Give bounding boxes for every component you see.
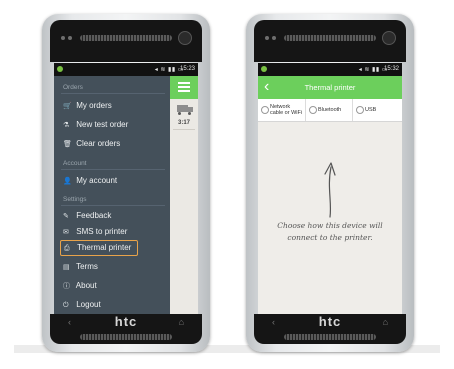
order-time: 3:17 xyxy=(177,120,190,126)
connection-options: Network cable or WiFi Bluetooth USB xyxy=(258,99,402,122)
hand-drawn-arrow-icon xyxy=(324,162,336,218)
section-divider xyxy=(61,93,165,94)
section-orders: Orders xyxy=(63,84,83,91)
home-key-icon[interactable]: ⌂ xyxy=(383,317,388,327)
pencil-icon: ✎ xyxy=(63,213,69,220)
cart-icon: 🛒 xyxy=(63,103,72,110)
sensor-dots xyxy=(61,36,75,41)
status-time: 15:23 xyxy=(179,66,195,72)
option-usb[interactable]: USB xyxy=(353,99,402,121)
phone-left: ◂ ≋ ▮▮ ▭ 15:23 3:17 Orders 🛒 My orders ⚗ xyxy=(42,14,210,352)
drawer-item-label: Clear orders xyxy=(76,139,121,148)
drawer-item-sms-to-printer[interactable]: ✉ SMS to printer xyxy=(63,227,127,236)
left-screen: ◂ ≋ ▮▮ ▭ 15:23 3:17 Orders 🛒 My orders ⚗ xyxy=(54,63,198,315)
phone-bottom-bezel: ‹ htc ⌂ xyxy=(254,314,406,344)
status-bar: ◂ ≋ ▮▮ ▭ 15:23 xyxy=(54,63,198,76)
notification-icon xyxy=(261,66,267,72)
drawer-item-feedback[interactable]: ✎ Feedback xyxy=(63,211,111,220)
drawer-item-about[interactable]: ⓘ About xyxy=(63,281,97,291)
option-label: cable or WiFi xyxy=(270,110,303,116)
sensor-dots xyxy=(265,36,279,41)
phone-bottom-bezel: ‹ htc ⌂ xyxy=(50,314,202,344)
app-header: ‹ Thermal printer xyxy=(258,76,402,99)
drawer-item-label: Thermal printer xyxy=(77,243,132,252)
drawer-item-label: My account xyxy=(76,176,118,185)
top-speaker-grille xyxy=(80,35,172,41)
info-icon: ⓘ xyxy=(63,283,70,290)
home-key-icon[interactable]: ⌂ xyxy=(179,317,184,327)
phone-top-bezel xyxy=(50,20,202,62)
top-speaker-grille xyxy=(284,35,376,41)
radio-button[interactable] xyxy=(356,106,364,114)
drawer-item-terms[interactable]: ▤ Terms xyxy=(63,262,98,271)
flask-icon: ⚗ xyxy=(63,122,70,129)
option-label: USB xyxy=(365,107,377,113)
section-divider xyxy=(61,169,165,170)
section-settings: Settings xyxy=(63,196,87,203)
drawer-item-label: My orders xyxy=(76,101,112,110)
truck-icon xyxy=(177,105,193,115)
content-area: Choose how this device will connect to t… xyxy=(258,122,402,315)
radio-button[interactable] xyxy=(309,106,317,114)
drawer-item-logout[interactable]: ⏻ Logout xyxy=(63,300,101,310)
navigation-drawer: Orders 🛒 My orders ⚗ New test order 🗑 Cl… xyxy=(54,76,170,315)
phone-top-bezel xyxy=(254,20,406,62)
front-camera xyxy=(382,31,396,45)
phone-right: ◂ ≋ ▮▮ ▭ 15:32 ‹ Thermal printer Network… xyxy=(246,14,414,352)
drawer-item-label: SMS to printer xyxy=(76,227,128,236)
drawer-item-label: About xyxy=(75,281,97,290)
drawer-item-clear-orders[interactable]: 🗑 Clear orders xyxy=(63,139,120,148)
radio-button[interactable] xyxy=(261,106,269,114)
option-bluetooth[interactable]: Bluetooth xyxy=(306,99,353,121)
drawer-item-label: Logout xyxy=(76,300,101,309)
main-content-peek: 3:17 xyxy=(170,76,198,315)
printer-icon: ⎙ xyxy=(64,245,70,252)
power-icon: ⏻ xyxy=(63,302,69,309)
divider xyxy=(173,129,195,130)
drawer-item-label: Terms xyxy=(76,262,98,271)
trash-icon: 🗑 xyxy=(63,141,72,148)
notification-icon xyxy=(57,66,63,72)
drawer-item-my-orders[interactable]: 🛒 My orders xyxy=(63,101,112,110)
message-icon: ✉ xyxy=(63,229,69,236)
option-label: Bluetooth xyxy=(318,107,342,113)
section-divider xyxy=(61,205,165,206)
drawer-item-label: Feedback xyxy=(76,211,112,220)
drawer-item-my-account[interactable]: 👤 My account xyxy=(63,176,117,185)
drawer-item-label: New test order xyxy=(76,120,129,129)
front-camera xyxy=(178,31,192,45)
person-icon: 👤 xyxy=(63,178,72,185)
document-icon: ▤ xyxy=(63,264,70,271)
option-network[interactable]: Network cable or WiFi xyxy=(258,99,306,121)
section-account: Account xyxy=(63,160,87,167)
right-screen: ◂ ≋ ▮▮ ▭ 15:32 ‹ Thermal printer Network… xyxy=(258,63,402,315)
page-title: Thermal printer xyxy=(304,83,356,92)
hamburger-menu-button[interactable] xyxy=(170,76,198,99)
status-time: 15:32 xyxy=(383,66,399,72)
drawer-item-new-test-order[interactable]: ⚗ New test order xyxy=(63,120,128,129)
instruction-text: Choose how this device will connect to t… xyxy=(277,221,383,242)
status-bar: ◂ ≋ ▮▮ ▭ 15:32 xyxy=(258,63,402,76)
bottom-speaker-grille xyxy=(80,334,172,340)
drawer-item-thermal-printer[interactable]: ⎙ Thermal printer xyxy=(60,240,139,256)
bottom-speaker-grille xyxy=(284,334,376,340)
